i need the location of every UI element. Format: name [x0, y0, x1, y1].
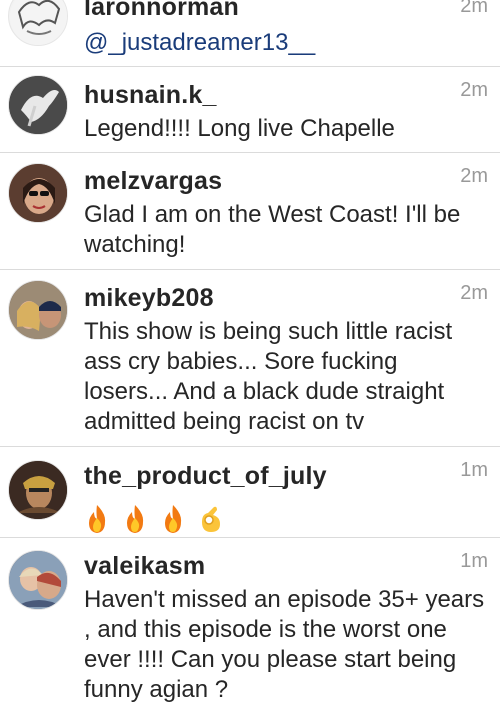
- comment-item: the_product_of_july 1m: [0, 447, 500, 538]
- comment-item: melzvargas 2m Glad I am on the West Coas…: [0, 153, 500, 270]
- emoji-reaction-row: [84, 504, 224, 534]
- avatar[interactable]: [8, 75, 68, 135]
- avatar[interactable]: [8, 163, 68, 223]
- comment-text[interactable]: @_justadreamer13__: [84, 28, 488, 58]
- comment-timestamp: 2m: [460, 282, 488, 304]
- comment-timestamp: 2m: [460, 165, 488, 187]
- fire-icon: [89, 505, 106, 533]
- comment-username[interactable]: melzvargas: [84, 167, 222, 196]
- comment-text: Glad I am on the West Coast! I'll be wat…: [84, 201, 461, 258]
- comment-text: Haven't missed an episode 35+ years , an…: [84, 586, 485, 703]
- ok-hand-icon: [202, 506, 220, 532]
- comment-timestamp: 2m: [460, 79, 488, 101]
- comment-text: Legend!!!! Long live Chapelle: [84, 115, 395, 142]
- comment-username[interactable]: husnain.k_: [84, 81, 217, 110]
- avatar[interactable]: [8, 550, 68, 610]
- comment-timestamp: 1m: [460, 459, 488, 481]
- avatar[interactable]: [8, 280, 68, 340]
- comment-timestamp: 1m: [460, 550, 488, 572]
- fire-icon: [127, 505, 144, 533]
- comment-item: husnain.k_ 2m Legend!!!! Long live Chape…: [0, 67, 500, 153]
- avatar[interactable]: [8, 0, 68, 46]
- avatar[interactable]: [8, 460, 68, 520]
- comment-text: This show is being such little racist as…: [84, 318, 453, 435]
- comment-item: valeikasm 1m Haven't missed an episode 3…: [0, 538, 500, 728]
- comment-timestamp: 2m: [460, 0, 488, 17]
- comment-item: laronnorman 2m @_justadreamer13__: [0, 0, 500, 67]
- comment-username[interactable]: mikeyb208: [84, 284, 214, 313]
- comment-username[interactable]: valeikasm: [84, 552, 205, 581]
- fire-icon: [165, 505, 182, 533]
- comment-username[interactable]: the_product_of_july: [84, 462, 327, 491]
- comment-item: mikeyb208 2m This show is being such lit…: [0, 270, 500, 447]
- comment-username[interactable]: laronnorman: [84, 0, 239, 22]
